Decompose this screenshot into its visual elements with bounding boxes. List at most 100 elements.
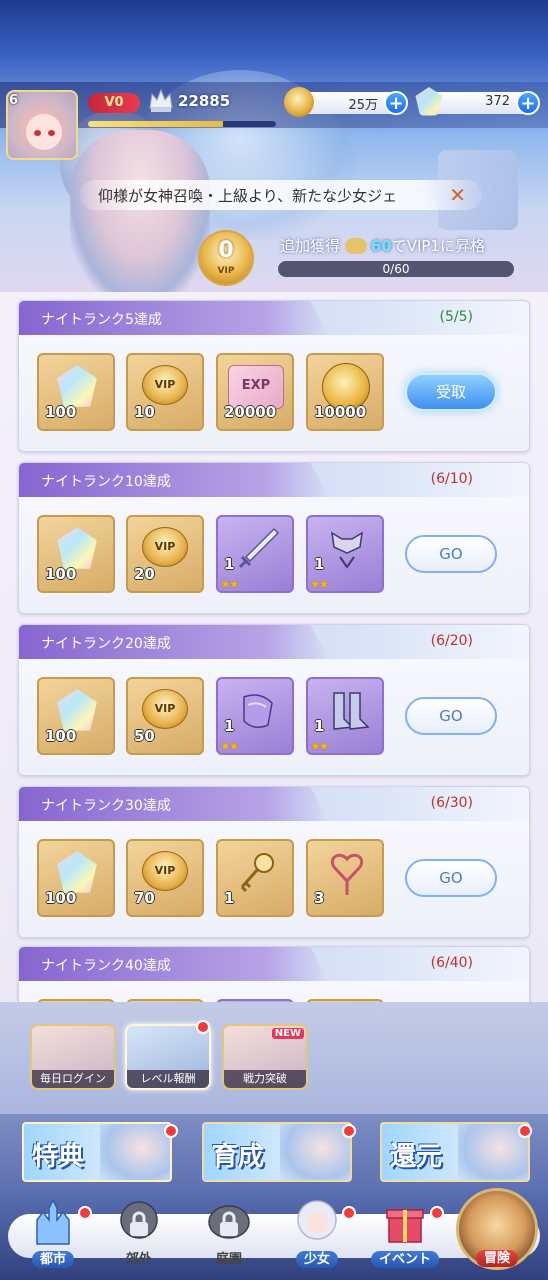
reward-item-vip[interactable]: VIP 50 [126, 677, 204, 755]
vip-coin-icon: VIP [142, 689, 188, 729]
reward-list[interactable]: ナイトランク5達成 (5/5) 100 VIP 10 EXP 20000 100… [0, 292, 548, 1002]
reward-card: ナイトランク10達成 (6/10) 100 VIP 20 1 ★★ 1 ★★ G… [18, 462, 530, 614]
vip-coin-text: VIP [154, 702, 176, 715]
reward-item-boots[interactable]: 1 ★★ [306, 677, 384, 755]
feature-perks-banner[interactable]: 特典 [22, 1122, 172, 1182]
vip-coin-icon: VIP [142, 365, 188, 405]
reward-item-exp[interactable]: EXP 20000 [216, 353, 294, 431]
vip-progress-bar: 0/60 [278, 261, 514, 277]
vip-coin-icon: VIP [142, 851, 188, 891]
feature-banner-row: 特典 育成 還元 [0, 1114, 548, 1190]
reward-progress: (6/40) [430, 955, 473, 971]
add-gold-button[interactable]: + [384, 91, 408, 115]
nav-suburb[interactable]: 郊外 [104, 1198, 174, 1270]
announcement-text: 仰様が女神召喚・上級より、新たな少女ジェ [98, 187, 398, 205]
reward-item-gem[interactable]: 100 [37, 353, 115, 431]
event-tab-daily-login[interactable]: 毎日ログイン [30, 1024, 116, 1090]
lock-icon [220, 1211, 238, 1236]
vip-level-coin[interactable]: 0 VIP [198, 230, 254, 286]
power-value: 22885 [178, 92, 231, 110]
vip-coin-label: VIP [217, 266, 235, 276]
vip-coin-text: VIP [154, 864, 176, 877]
star-rating-icon: ★★ [220, 577, 239, 591]
feature-label: 還元 [390, 1142, 443, 1172]
star-rating-icon: ★★ [220, 739, 239, 753]
bonus-suffix: に昇格 [439, 237, 485, 255]
nav-garden[interactable]: 庭園 [194, 1198, 264, 1270]
reward-title: ナイトランク30達成 [41, 798, 171, 814]
nav-label: 庭園 [215, 1252, 242, 1267]
vip-coin-text: VIP [154, 540, 176, 553]
reward-card: ナイトランク20達成 (6/20) 100 VIP 50 1 ★★ 1 ★★ G… [18, 624, 530, 776]
star-rating-icon: ★★ [310, 739, 329, 753]
reward-item-armor[interactable]: 1 ★★ [306, 515, 384, 593]
item-qty: 10000 [314, 403, 367, 421]
feature-rebate-banner[interactable]: 還元 [380, 1122, 530, 1182]
reward-card: ナイトランク40達成 (6/40) [18, 946, 530, 1002]
boots-icon [333, 692, 370, 730]
nav-events[interactable]: イベント [370, 1198, 440, 1270]
reward-item-weapon[interactable]: 1 ★★ [216, 515, 294, 593]
bonus-mid: で [391, 237, 407, 255]
reward-progress: (6/10) [430, 471, 473, 487]
go-button[interactable]: GO [405, 535, 497, 573]
reward-item-gem[interactable]: 100 [37, 677, 115, 755]
nav-adventure[interactable]: 冒険 [456, 1188, 538, 1270]
nav-label: イベント [370, 1251, 439, 1268]
item-qty: 1 [224, 555, 235, 573]
charm-icon [331, 853, 363, 895]
item-qty: 20000 [224, 403, 277, 421]
item-qty: 1 [314, 555, 325, 573]
item-qty: 3 [314, 889, 325, 907]
close-x-icon[interactable]: ✕ [449, 183, 466, 207]
reward-item-gem[interactable]: 100 [37, 515, 115, 593]
star-rating-icon: ★★ [310, 577, 329, 591]
reward-item-vip[interactable]: VIP 70 [126, 839, 204, 917]
reward-item-gem[interactable]: 100 [37, 839, 115, 917]
reward-title: ナイトランク10達成 [41, 474, 171, 490]
go-button[interactable]: GO [405, 859, 497, 897]
reward-item-gloves[interactable]: 1 ★★ [216, 677, 294, 755]
reward-item-vip[interactable]: VIP 10 [126, 353, 204, 431]
nav-city[interactable]: 都市 [18, 1198, 88, 1270]
notification-dot [164, 1124, 178, 1138]
go-button[interactable]: GO [405, 697, 497, 735]
exp-bar-fill [88, 121, 224, 127]
mini-vip-icon [344, 238, 367, 254]
vip-coin-text: VIP [154, 378, 176, 391]
nav-label: 少女 [295, 1251, 338, 1268]
reward-title: ナイトランク20達成 [41, 636, 171, 652]
feature-label: 特典 [32, 1142, 85, 1172]
nav-girls[interactable]: 少女 [282, 1198, 352, 1270]
notification-dot [430, 1206, 444, 1220]
reward-title: ナイトランク5達成 [41, 312, 162, 328]
claim-button[interactable]: 受取 [405, 373, 497, 411]
bonus-prefix: 追加獲得 [280, 237, 341, 255]
armor-icon [331, 531, 363, 569]
event-tab-bar: 毎日ログイン レベル報酬 NEW 戦力突破 [0, 1002, 548, 1114]
item-qty: 100 [45, 727, 77, 745]
reward-item-key[interactable]: 1 [216, 839, 294, 917]
notification-dot [518, 1124, 532, 1138]
notification-dot [342, 1206, 356, 1220]
event-tab-level-reward[interactable]: レベル報酬 [125, 1024, 211, 1090]
power-crown-icon [149, 88, 173, 112]
key-icon [240, 853, 274, 893]
announcement-marquee: 仰様が女神召喚・上級より、新たな少女ジェ ✕ [80, 180, 482, 210]
vip-coin-icon: VIP [142, 527, 188, 567]
event-tab-label: レベル報酬 [127, 1070, 209, 1088]
reward-item-charm[interactable]: 3 [306, 839, 384, 917]
reward-item-vip[interactable]: VIP 20 [126, 515, 204, 593]
vip-badge[interactable]: V0 [88, 93, 140, 113]
avatar-eye-left [34, 130, 41, 136]
add-gem-button[interactable]: + [516, 91, 540, 115]
new-badge: NEW [271, 1028, 304, 1039]
event-tab-power-breakthrough[interactable]: NEW 戦力突破 [222, 1024, 308, 1090]
gold-coin-icon [284, 87, 314, 117]
player-level: 6 [9, 93, 19, 108]
item-qty: 100 [45, 403, 77, 421]
gold-value: 25万 [348, 98, 378, 113]
reward-item-coin[interactable]: 10000 [306, 353, 384, 431]
avatar-eye-right [48, 130, 55, 136]
feature-growth-banner[interactable]: 育成 [202, 1122, 352, 1182]
